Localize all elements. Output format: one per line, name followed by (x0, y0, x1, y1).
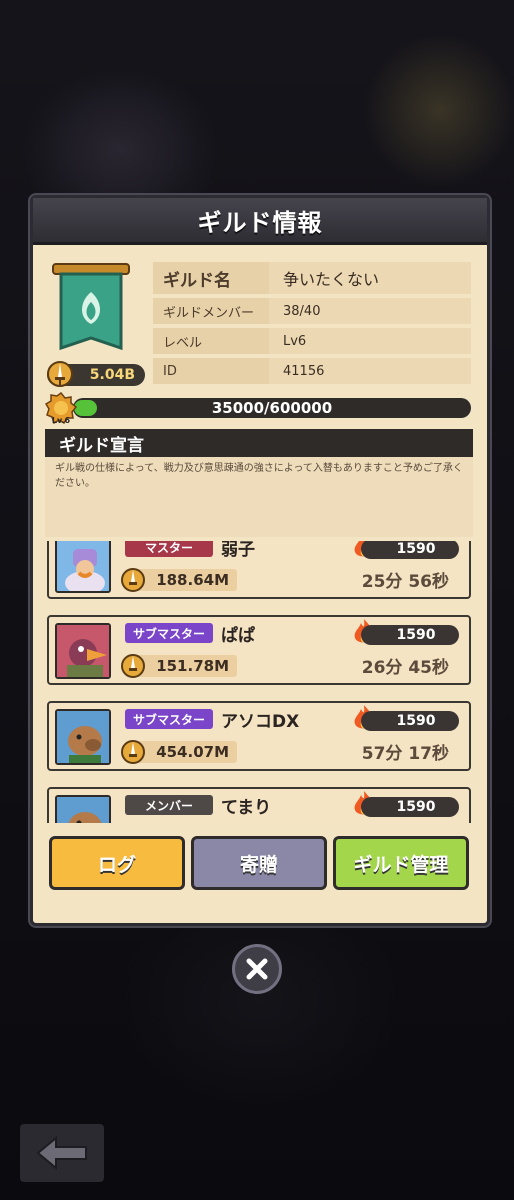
member-time: 25分 56秒 (361, 572, 449, 592)
member-power: 454.07M (129, 741, 237, 763)
level-badge-icon: Lv.6 (45, 392, 77, 424)
panel-title: ギルド情報 (197, 208, 323, 237)
back-button[interactable] (20, 1124, 104, 1182)
close-button[interactable] (232, 944, 282, 994)
info-row-members: ギルドメンバー 38/40 (153, 298, 471, 324)
member-name: 弱子 (221, 541, 255, 560)
exp-text: 35000/600000 (211, 399, 333, 417)
declaration-title: ギルド宣言 (45, 429, 473, 457)
info-value: Lv6 (269, 328, 471, 354)
info-value: 41156 (269, 358, 471, 384)
guild-emblem-icon (52, 263, 130, 351)
member-list[interactable]: マスター 弱子 188.64M 1590 25分 56秒 サブマスター ぱぱ 1… (45, 541, 473, 823)
member-power: 151.78M (129, 655, 237, 677)
declaration-text: ギル戦の仕様によって、戦力及び意思疎通の強さによって入替もありますこと予めご了承… (55, 463, 463, 489)
info-row-id: ID 41156 (153, 358, 471, 384)
panel-header: ギルド情報 (33, 198, 487, 245)
info-row-level: レベル Lv6 (153, 328, 471, 354)
info-row-name: ギルド名 争いたくない (153, 262, 471, 294)
info-value: 38/40 (269, 298, 471, 324)
member-avatar (55, 709, 111, 765)
sword-power-icon (121, 568, 145, 592)
info-value: 争いたくない (269, 262, 471, 294)
member-card[interactable]: メンバー てまり 1590 (47, 787, 471, 823)
info-key: ギルドメンバー (153, 298, 269, 324)
member-time: 26分 45秒 (361, 658, 449, 678)
info-key: ギルド名 (153, 262, 269, 294)
member-power: 188.64M (129, 569, 237, 591)
donate-button[interactable]: 寄贈 (191, 836, 327, 890)
member-role-badge: メンバー (125, 795, 213, 815)
member-time: 57分 17秒 (361, 744, 449, 764)
sword-power-icon (121, 740, 145, 764)
sword-power-icon (121, 654, 145, 678)
member-avatar (55, 541, 111, 593)
member-name: てまり (221, 798, 272, 818)
member-avatar (55, 795, 111, 823)
level-badge-text: Lv.6 (52, 416, 71, 424)
sword-power-icon (47, 361, 73, 387)
member-score: 1590 (361, 711, 459, 731)
guild-declaration: ギルド宣言 ギル戦の仕様によって、戦力及び意思疎通の強さによって入替もありますこ… (45, 429, 473, 537)
member-role-badge: サブマスター (125, 709, 213, 729)
member-score: 1590 (361, 797, 459, 817)
member-role-badge: マスター (125, 541, 213, 557)
member-name: ぱぱ (221, 626, 255, 646)
guild-info-table: ギルド名 争いたくない ギルドメンバー 38/40 レベル Lv6 ID 411… (153, 262, 471, 388)
back-arrow-icon (36, 1135, 87, 1171)
guild-info-panel: ギルド情報 5.04B ギルド名 争いたくない ギルドメンバー 38/40 レベ… (30, 195, 490, 926)
member-card[interactable]: サブマスター アソコDX 454.07M 1590 57分 17秒 (47, 701, 471, 771)
guild-manage-button[interactable]: ギルド管理 (333, 836, 469, 890)
member-name: アソコDX (221, 712, 300, 732)
member-card[interactable]: サブマスター ぱぱ 151.78M 1590 26分 45秒 (47, 615, 471, 685)
close-x-icon (246, 958, 268, 980)
info-key: レベル (153, 328, 269, 354)
member-card[interactable]: マスター 弱子 188.64M 1590 25分 56秒 (47, 541, 471, 599)
member-score: 1590 (361, 625, 459, 645)
guild-exp-bar: 35000/600000 (73, 398, 471, 418)
member-score: 1590 (361, 541, 459, 559)
member-role-badge: サブマスター (125, 623, 213, 643)
info-key: ID (153, 358, 269, 384)
member-avatar (55, 623, 111, 679)
log-button[interactable]: ログ (49, 836, 185, 890)
